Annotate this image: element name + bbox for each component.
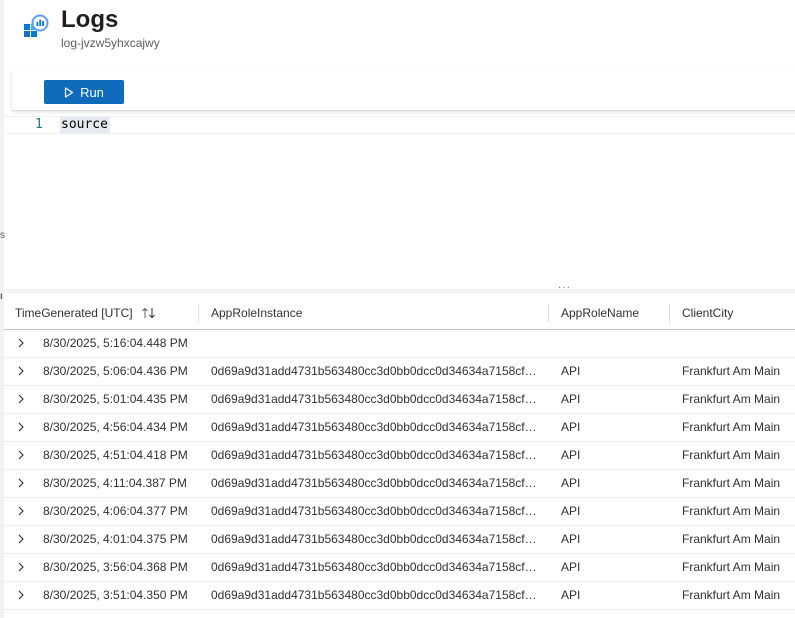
results-grid: TimeGenerated [UTC] AppRoleInstance AppR…	[4, 297, 795, 610]
column-divider[interactable]	[548, 304, 549, 322]
cell-app-role-name: API	[561, 448, 581, 462]
cell-time-generated: 8/30/2025, 4:06:04.377 PM	[43, 504, 188, 518]
cell-app-role-name	[561, 330, 661, 357]
cell-app-role-name: API	[561, 392, 581, 406]
cell-time-generated: 8/30/2025, 4:01:04.375 PM	[43, 532, 188, 546]
chevron-right-icon[interactable]	[16, 450, 26, 460]
chevron-right-icon[interactable]	[16, 506, 26, 516]
table-row[interactable]: 8/30/2025, 4:51:04.418 PM 0d69a9d31add473…	[4, 442, 795, 470]
query-toolbar: Run	[12, 68, 795, 110]
workspace-name: log-jvzw5yhxcajwy	[61, 36, 160, 50]
run-button-label: Run	[80, 84, 104, 100]
table-row[interactable]: 8/30/2025, 3:56:04.368 PM 0d69a9d31add473…	[4, 554, 795, 582]
cell-app-role-name: API	[561, 504, 581, 518]
cell-client-city: Frankfurt Am Main	[682, 448, 781, 462]
pane-splitter[interactable]	[4, 289, 795, 293]
left-panel-text-fragment: ı	[0, 291, 3, 302]
table-row[interactable]: 8/30/2025, 5:16:04.448 PM	[4, 330, 795, 358]
cell-app-role-instance	[211, 330, 539, 357]
cell-app-role-name: API	[561, 476, 581, 490]
cell-time-generated: 8/30/2025, 3:51:04.350 PM	[43, 588, 188, 602]
cell-client-city: Frankfurt Am Main	[682, 476, 781, 490]
cell-app-role-instance: 0d69a9d31add4731b563480cc3d0bb0dcc0d3463…	[211, 392, 539, 406]
cell-time-generated: 8/30/2025, 5:01:04.435 PM	[43, 392, 188, 406]
chevron-right-icon[interactable]	[16, 562, 26, 572]
table-row[interactable]: 8/30/2025, 4:06:04.377 PM 0d69a9d31add473…	[4, 498, 795, 526]
splitter-handle-icon[interactable]: ···	[558, 283, 571, 293]
line-number: 1	[35, 117, 43, 132]
cell-app-role-instance: 0d69a9d31add4731b563480cc3d0bb0dcc0d3463…	[211, 532, 539, 546]
page-title: Logs	[61, 6, 119, 33]
table-row[interactable]: 8/30/2025, 4:01:04.375 PM 0d69a9d31add473…	[4, 526, 795, 554]
column-divider[interactable]	[198, 304, 199, 322]
azure-logs-icon	[24, 14, 49, 37]
table-row[interactable]: 8/30/2025, 4:11:04.387 PM 0d69a9d31add473…	[4, 470, 795, 498]
cell-app-role-instance: 0d69a9d31add4731b563480cc3d0bb0dcc0d3463…	[211, 588, 539, 602]
column-header-clientcity[interactable]: ClientCity	[682, 297, 733, 329]
cell-client-city: Frankfurt Am Main	[682, 504, 781, 518]
column-header-approlename[interactable]: AppRoleName	[561, 297, 639, 329]
cell-time-generated: 8/30/2025, 4:56:04.434 PM	[43, 420, 188, 434]
cell-app-role-name: API	[561, 420, 581, 434]
chevron-right-icon[interactable]	[16, 422, 26, 432]
column-header-label: ClientCity	[682, 306, 734, 320]
column-header-label: AppRoleInstance	[211, 306, 303, 320]
cell-time-generated: 8/30/2025, 3:56:04.368 PM	[43, 560, 188, 574]
cell-time-generated: 8/30/2025, 4:51:04.418 PM	[43, 448, 188, 462]
cell-app-role-instance: 0d69a9d31add4731b563480cc3d0bb0dcc0d3463…	[211, 476, 539, 490]
cell-time-generated: 8/30/2025, 4:11:04.387 PM	[43, 476, 187, 490]
table-row[interactable]: 8/30/2025, 5:06:04.436 PM 0d69a9d31add473…	[4, 358, 795, 386]
grid-body: 8/30/2025, 5:16:04.448 PM 8/30/2025, 5:06…	[4, 330, 795, 610]
cell-app-role-name: API	[561, 364, 581, 378]
column-divider[interactable]	[669, 304, 670, 322]
cell-app-role-name: API	[561, 532, 581, 546]
chevron-right-icon[interactable]	[16, 478, 26, 488]
cell-client-city: Frankfurt Am Main	[682, 532, 781, 546]
cell-app-role-name: API	[561, 560, 581, 574]
table-row[interactable]: 8/30/2025, 5:01:04.435 PM 0d69a9d31add473…	[4, 386, 795, 414]
cell-app-role-instance: 0d69a9d31add4731b563480cc3d0bb0dcc0d3463…	[211, 364, 539, 378]
query-text[interactable]: source	[61, 117, 108, 133]
column-header-label: TimeGenerated [UTC]	[15, 306, 133, 320]
column-header-timegenerated[interactable]: TimeGenerated [UTC]	[15, 297, 157, 329]
cell-app-role-instance: 0d69a9d31add4731b563480cc3d0bb0dcc0d3463…	[211, 448, 539, 462]
cell-time-generated: 8/30/2025, 5:06:04.436 PM	[43, 364, 188, 378]
chevron-right-icon[interactable]	[16, 534, 26, 544]
cell-app-role-name: API	[561, 588, 581, 602]
cell-app-role-instance: 0d69a9d31add4731b563480cc3d0bb0dcc0d3463…	[211, 560, 539, 574]
table-row[interactable]: 8/30/2025, 3:51:04.350 PM 0d69a9d31add473…	[4, 582, 795, 610]
cell-client-city	[682, 330, 795, 357]
cell-client-city: Frankfurt Am Main	[682, 364, 781, 378]
cell-time-generated: 8/30/2025, 5:16:04.448 PM	[43, 336, 188, 350]
chevron-right-icon[interactable]	[16, 366, 26, 376]
cell-client-city: Frankfurt Am Main	[682, 560, 781, 574]
chevron-right-icon[interactable]	[16, 394, 26, 404]
chevron-right-icon[interactable]	[16, 590, 26, 600]
column-header-label: AppRoleName	[561, 306, 640, 320]
cell-client-city: Frankfurt Am Main	[682, 588, 781, 602]
table-row[interactable]: 8/30/2025, 4:56:04.434 PM 0d69a9d31add473…	[4, 414, 795, 442]
cell-app-role-instance: 0d69a9d31add4731b563480cc3d0bb0dcc0d3463…	[211, 504, 539, 518]
cell-client-city: Frankfurt Am Main	[682, 392, 781, 406]
editor-current-line	[4, 116, 795, 134]
run-button[interactable]: Run	[44, 80, 124, 104]
cell-app-role-instance: 0d69a9d31add4731b563480cc3d0bb0dcc0d3463…	[211, 420, 539, 434]
chevron-right-icon[interactable]	[16, 338, 26, 348]
sort-updown-icon[interactable]	[141, 307, 157, 319]
query-editor[interactable]: 1 source	[4, 114, 795, 286]
play-icon	[64, 86, 74, 98]
grid-header: TimeGenerated [UTC] AppRoleInstance AppR…	[4, 297, 795, 330]
cell-client-city: Frankfurt Am Main	[682, 420, 781, 434]
column-header-approleinstance[interactable]: AppRoleInstance	[211, 297, 302, 329]
